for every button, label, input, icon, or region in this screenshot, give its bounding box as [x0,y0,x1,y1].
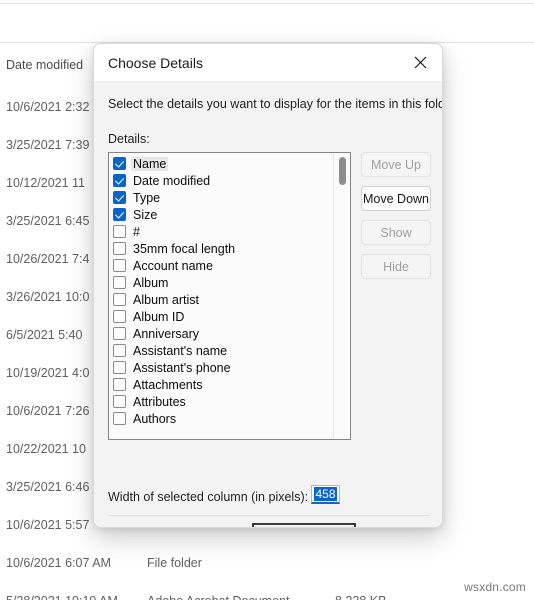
file-date-modified: 10/22/2021 10 [6,442,86,456]
details-list-item-label: Name [131,156,169,171]
details-list-item-label: Attributes [133,394,186,409]
file-date-modified: 10/6/2021 5:57 [6,518,90,532]
file-date-modified: 3/26/2021 10:0 [6,290,90,304]
choose-details-dialog: Choose Details Select the details you wa… [93,43,443,528]
details-list-item[interactable]: Assistant's phone [109,359,333,376]
file-date-modified: 3/25/2021 6:46 [6,480,90,494]
details-list-item[interactable]: Album [109,274,333,291]
details-list-item-label: # [133,224,140,239]
checkbox-unchecked-icon[interactable] [113,327,126,340]
dialog-title: Choose Details [108,55,203,71]
details-list-item-label: 35mm focal length [133,241,236,256]
details-list-item-label: Album [133,275,169,290]
checkbox-unchecked-icon[interactable] [113,378,126,391]
checkbox-unchecked-icon[interactable] [113,259,126,272]
window-top-divider [0,3,534,4]
file-date-modified: 10/19/2021 4:0 [6,366,90,380]
checkbox-unchecked-icon[interactable] [113,310,126,323]
width-label: Width of selected column (in pixels): [108,490,309,504]
checkbox-unchecked-icon[interactable] [113,361,126,374]
file-date-modified: 5/28/2021 10:19 AM [6,594,118,600]
checkbox-unchecked-icon[interactable] [113,225,126,238]
details-list-item-label: Assistant's name [133,343,228,358]
details-list-item[interactable]: Album ID [109,308,333,325]
file-date-modified: 10/6/2021 7:26 [6,404,90,418]
screen: Date modified 10/6/2021 2:32 3/25/2021 7:3… [0,0,534,600]
checkbox-unchecked-icon[interactable] [113,395,126,408]
checkbox-unchecked-icon[interactable] [113,344,126,357]
details-list-item-label: Account name [133,258,213,273]
details-list-item[interactable]: Album artist [109,291,333,308]
details-list-item-label: Album artist [133,292,199,307]
watermark: wsxdn.com [464,580,526,594]
footer-divider [108,515,430,516]
details-listbox[interactable]: Name Date modified Type Size #35mm focal len… [108,152,351,440]
listbox-scrollbar[interactable] [333,153,350,439]
details-list-item[interactable]: Attributes [109,393,333,410]
file-date-modified: 3/25/2021 6:45 [6,214,90,228]
file-date-modified: 6/5/2021 5:40 [6,328,83,342]
checkbox-checked-icon[interactable] [113,191,126,204]
checkbox-checked-icon[interactable] [113,157,126,170]
dialog-titlebar: Choose Details [94,44,442,82]
file-date-modified: 10/6/2021 2:32 [6,100,90,114]
details-list-item-label: Anniversary [133,326,199,341]
details-list-item[interactable]: 35mm focal length [109,240,333,257]
ok-focus-ring [252,523,356,527]
file-type: File folder [147,556,202,570]
details-list-item-label: Size [133,207,158,222]
checkbox-checked-icon[interactable] [113,208,126,221]
dialog-body: Select the details you want to display f… [94,82,443,527]
details-list: Name Date modified Type Size #35mm focal len… [109,153,333,427]
column-width-value: 458 [314,487,337,501]
dialog-instruction: Select the details you want to display f… [108,97,443,111]
details-list-item[interactable]: Account name [109,257,333,274]
file-size: 8,238 KB [335,594,386,600]
hide-button[interactable]: Hide [361,254,431,279]
details-list-item[interactable]: Type [109,189,333,206]
details-list-item[interactable]: Assistant's name [109,342,333,359]
file-row[interactable]: 5/28/2021 10:19 AM Adobe Acrobat Document… [0,594,534,600]
details-list-item-label: Album ID [133,309,185,324]
file-date-modified: 3/25/2021 7:39 [6,138,90,152]
checkbox-unchecked-icon[interactable] [113,276,126,289]
column-width-input[interactable]: 458 [311,485,340,504]
checkbox-unchecked-icon[interactable] [113,242,126,255]
details-list-item[interactable]: Anniversary [109,325,333,342]
close-icon[interactable] [398,44,442,81]
details-list-item[interactable]: Attachments [109,376,333,393]
details-list-item[interactable]: Size [109,206,333,223]
details-list-item[interactable]: Date modified [109,172,333,189]
file-date-modified: 10/26/2021 7:4 [6,252,90,266]
move-up-button[interactable]: Move Up [361,152,431,177]
details-list-item-label: Attachments [133,377,203,392]
details-list-item[interactable]: Authors [109,410,333,427]
details-list-item-label: Type [133,190,161,205]
details-list-item-label: Date modified [133,173,211,188]
details-list-item-label: Assistant's phone [133,360,231,375]
details-list-item[interactable]: Name [109,155,333,172]
column-header-date-modified[interactable]: Date modified [6,58,83,72]
file-row[interactable]: 10/6/2021 6:07 AM File folder [0,556,534,576]
file-date-modified: 10/6/2021 6:07 AM [6,556,111,570]
details-list-item[interactable]: # [109,223,333,240]
file-type: Adobe Acrobat Document [147,594,289,600]
scrollbar-thumb[interactable] [339,157,346,185]
file-date-modified: 10/12/2021 11 [6,176,86,190]
details-list-item-label: Authors [133,411,177,426]
details-label: Details: [108,132,150,146]
show-button[interactable]: Show [361,220,431,245]
checkbox-checked-icon[interactable] [113,174,126,187]
checkbox-unchecked-icon[interactable] [113,293,126,306]
checkbox-unchecked-icon[interactable] [113,412,126,425]
move-down-button[interactable]: Move Down [361,186,431,211]
